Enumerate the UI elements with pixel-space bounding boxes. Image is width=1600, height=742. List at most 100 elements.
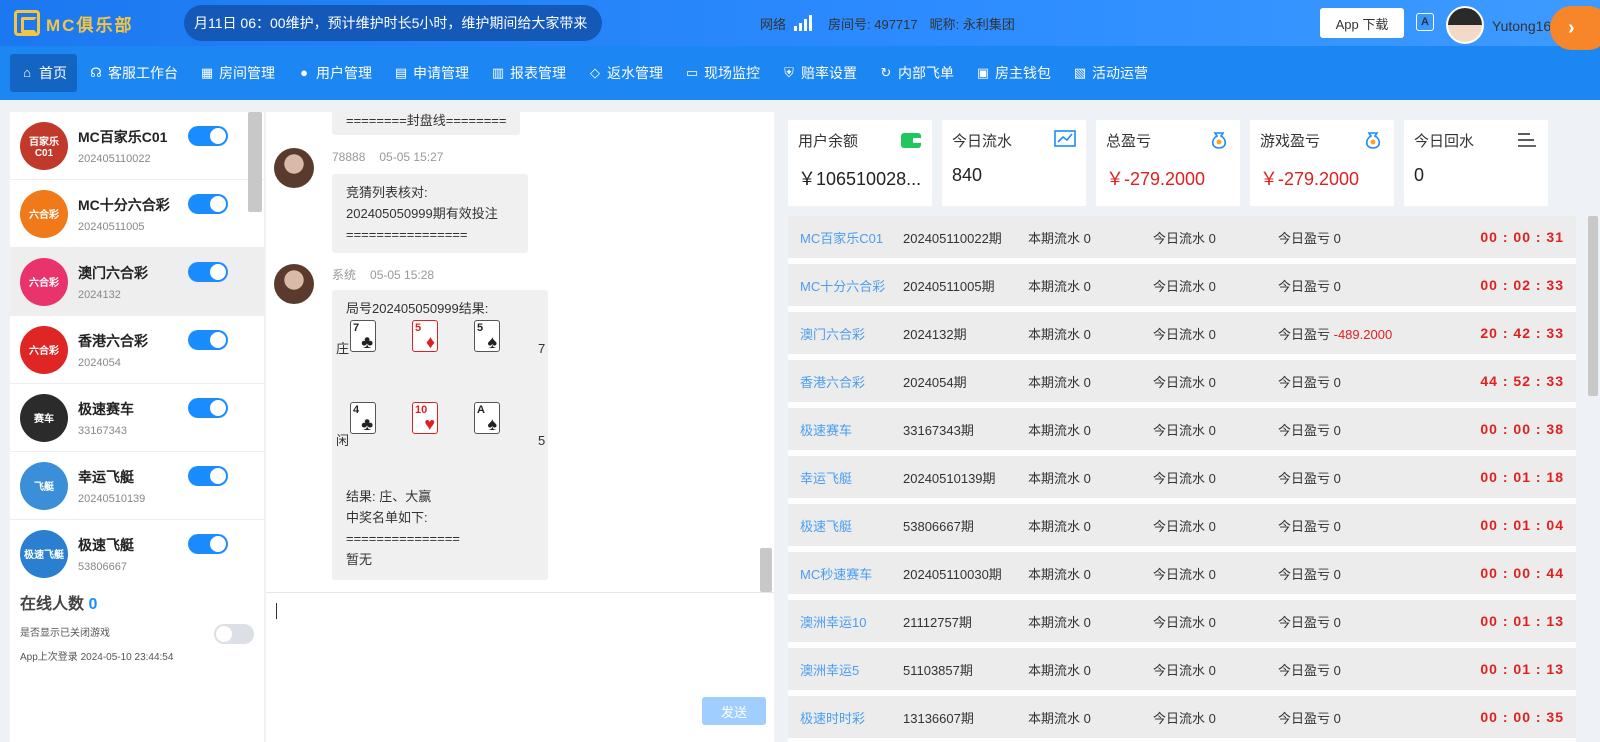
message-line: ================ (346, 227, 468, 242)
game-link[interactable]: 极速时时彩 (788, 708, 903, 727)
today-profit-label: 今日盈亏 (1278, 518, 1334, 534)
game-link[interactable]: MC十分六合彩 (788, 276, 903, 295)
period-number: 33167343期 (903, 422, 974, 438)
game-link[interactable]: MC百家乐C01 (788, 228, 903, 247)
card-suit: ♣ (361, 332, 373, 352)
nav-item-5[interactable]: ▥ 报表管理 (481, 54, 576, 92)
nav-next-arrow-icon[interactable]: › (1550, 6, 1600, 50)
nav-item-7[interactable]: ▭ 现场监控 (675, 54, 770, 92)
game-enabled-toggle[interactable] (188, 194, 228, 214)
card-rank: 5 (415, 322, 422, 334)
nav-item-11[interactable]: ▧ 活动运营 (1063, 54, 1158, 92)
table-row[interactable]: MC秒速赛车 202405110030期 本期流水 0 今日流水 0 今日盈亏 0 00 … (788, 552, 1576, 600)
table-row[interactable]: MC十分六合彩 20240511005期 本期流水 0 今日流水 0 今日盈亏 0 00 … (788, 264, 1576, 312)
game-list-item[interactable]: 赛车 极速赛车 33167343 (10, 384, 264, 452)
game-link[interactable]: 幸运飞艇 (788, 468, 903, 487)
today-turnover: 今日流水 0 (1153, 662, 1216, 678)
game-list-item[interactable]: 六合彩 MC十分六合彩 20240511005 (10, 180, 264, 248)
game-list-item[interactable]: 飞艇 幸运飞艇 20240510139 (10, 452, 264, 520)
period-number: 21112757期 (903, 614, 972, 630)
game-list-item[interactable]: 六合彩 澳门六合彩 2024132 (10, 248, 264, 316)
app-download-button[interactable]: App 下载 (1320, 8, 1404, 38)
nav-item-3[interactable]: ● 用户管理 (287, 54, 382, 92)
chat-input[interactable]: 发送 (266, 592, 774, 742)
today-profit-label: 今日盈亏 (1278, 566, 1334, 582)
table-row[interactable]: 极速时时彩 13136607期 本期流水 0 今日流水 0 今日盈亏 0 00 : 00 … (788, 696, 1576, 742)
today-profit-value: 0 (1333, 278, 1341, 294)
nav-label: 活动运营 (1092, 65, 1148, 81)
stat-card: 今日流水 840 (942, 120, 1086, 206)
game-list-item[interactable]: 百家乐C01 MC百家乐C01 202405110022 (10, 112, 264, 180)
avatar (274, 148, 314, 188)
game-info: 幸运飞艇 20240510139 (78, 467, 145, 505)
show-closed-label: 是否显示已关闭游戏 (20, 628, 110, 639)
room-number: 房间号: 497717 (828, 16, 918, 32)
wallet-icon (900, 130, 922, 150)
game-code: 20240511005 (78, 220, 145, 233)
nav-label: 房主钱包 (995, 65, 1051, 81)
result-title: 局号202405050999结果: (346, 301, 489, 316)
today-profit-label: 今日盈亏 (1278, 710, 1334, 726)
countdown-timer: 44 : 52 : 33 (1480, 373, 1564, 389)
today-profit-value: 0 (1333, 614, 1341, 630)
playing-card: 5 ♦ (412, 320, 438, 352)
table-row[interactable]: 澳门六合彩 2024132期 本期流水 0 今日流水 0 今日盈亏 -489.2000 2… (788, 312, 1576, 360)
game-enabled-toggle[interactable] (188, 534, 228, 554)
game-link[interactable]: MC秒速赛车 (788, 564, 903, 583)
table-row[interactable]: 极速飞艇 53806667期 本期流水 0 今日流水 0 今日盈亏 0 00 : 01 :… (788, 504, 1576, 552)
game-link[interactable]: 极速飞艇 (788, 516, 903, 535)
table-row[interactable]: 极速赛车 33167343期 本期流水 0 今日流水 0 今日盈亏 0 00 : 00 :… (788, 408, 1576, 456)
today-profit-value: -489.2000 (1333, 326, 1393, 342)
game-enabled-toggle[interactable] (188, 126, 228, 146)
nav-item-4[interactable]: ▤ 申请管理 (384, 54, 479, 92)
game-link[interactable]: 澳门六合彩 (788, 324, 903, 343)
table-row[interactable]: 香港六合彩 2024054期 本期流水 0 今日流水 0 今日盈亏 0 44 : 52 :… (788, 360, 1576, 408)
banker-points: 7 (538, 341, 546, 356)
table-row[interactable]: 澳洲幸运10 21112757期 本期流水 0 今日流水 0 今日盈亏 0 00 : 01… (788, 600, 1576, 648)
nav-item-9[interactable]: ↻ 内部飞单 (869, 54, 964, 92)
sidebar-scrollbar[interactable] (248, 112, 262, 212)
nav-item-10[interactable]: ▣ 房主钱包 (966, 54, 1061, 92)
game-logo: 六合彩 (20, 325, 68, 374)
grid-icon: ▦ (200, 65, 214, 80)
playing-card: 5 ♠ (474, 320, 500, 352)
countdown-timer: 00 : 01 : 13 (1480, 613, 1564, 629)
dashboard-scrollbar[interactable] (1588, 216, 1598, 396)
username[interactable]: Yutong168 (1492, 18, 1559, 34)
period-number: 2024054期 (903, 374, 967, 390)
nav-item-0[interactable]: ⌂ 首页 (10, 54, 77, 92)
period-number: 20240511005期 (903, 278, 995, 294)
game-link[interactable]: 香港六合彩 (788, 372, 903, 391)
game-enabled-toggle[interactable] (188, 466, 228, 486)
nav-item-6[interactable]: ◇ 返水管理 (578, 54, 673, 92)
game-enabled-toggle[interactable] (188, 262, 228, 282)
stat-cards: 用户余额 ￥106510028... 今日流水 840 总盈亏 ￥-279.2000 游戏盈… (788, 112, 1600, 206)
game-enabled-toggle[interactable] (188, 398, 228, 418)
current-turnover: 本期流水 0 (1028, 326, 1091, 342)
table-row[interactable]: 澳洲幸运5 51103857期 本期流水 0 今日流水 0 今日盈亏 0 00 : 01 … (788, 648, 1576, 696)
show-closed-toggle[interactable] (214, 624, 254, 644)
table-row[interactable]: MC百家乐C01 202405110022期 本期流水 0 今日流水 0 今日盈亏 00… (788, 216, 1576, 264)
table-row[interactable]: 幸运飞艇 20240510139期 本期流水 0 今日流水 0 今日盈亏 0 00 : 0… (788, 456, 1576, 504)
game-list-item[interactable]: 六合彩 香港六合彩 2024054 (10, 316, 264, 384)
nav-item-2[interactable]: ▦ 房间管理 (190, 54, 285, 92)
brand-logo[interactable]: MC俱乐部 (14, 10, 164, 36)
game-link[interactable]: 极速赛车 (788, 420, 903, 439)
language-icon[interactable]: A (1416, 13, 1434, 31)
chat-scrollbar[interactable] (760, 548, 772, 592)
game-enabled-toggle[interactable] (188, 330, 228, 350)
today-turnover: 今日流水 0 (1153, 374, 1216, 390)
nav-item-1[interactable]: ☊ 客服工作台 (79, 54, 188, 92)
game-link[interactable]: 澳洲幸运5 (788, 660, 903, 679)
today-profit-label: 今日盈亏 (1278, 662, 1334, 678)
stat-card: 用户余额 ￥106510028... (788, 120, 932, 206)
today-profit-label: 今日盈亏 (1278, 374, 1334, 390)
game-list-item[interactable]: 极速飞艇 极速飞艇 53806667 (10, 520, 264, 584)
refresh-icon: ↻ (880, 65, 892, 80)
avatar (274, 264, 314, 304)
today-turnover: 今日流水 0 (1153, 614, 1216, 630)
game-link[interactable]: 澳洲幸运10 (788, 612, 903, 631)
nav-item-8[interactable]: ⛨ 赔率设置 (772, 54, 867, 92)
user-avatar[interactable] (1446, 6, 1484, 44)
send-button[interactable]: 发送 (702, 697, 766, 725)
